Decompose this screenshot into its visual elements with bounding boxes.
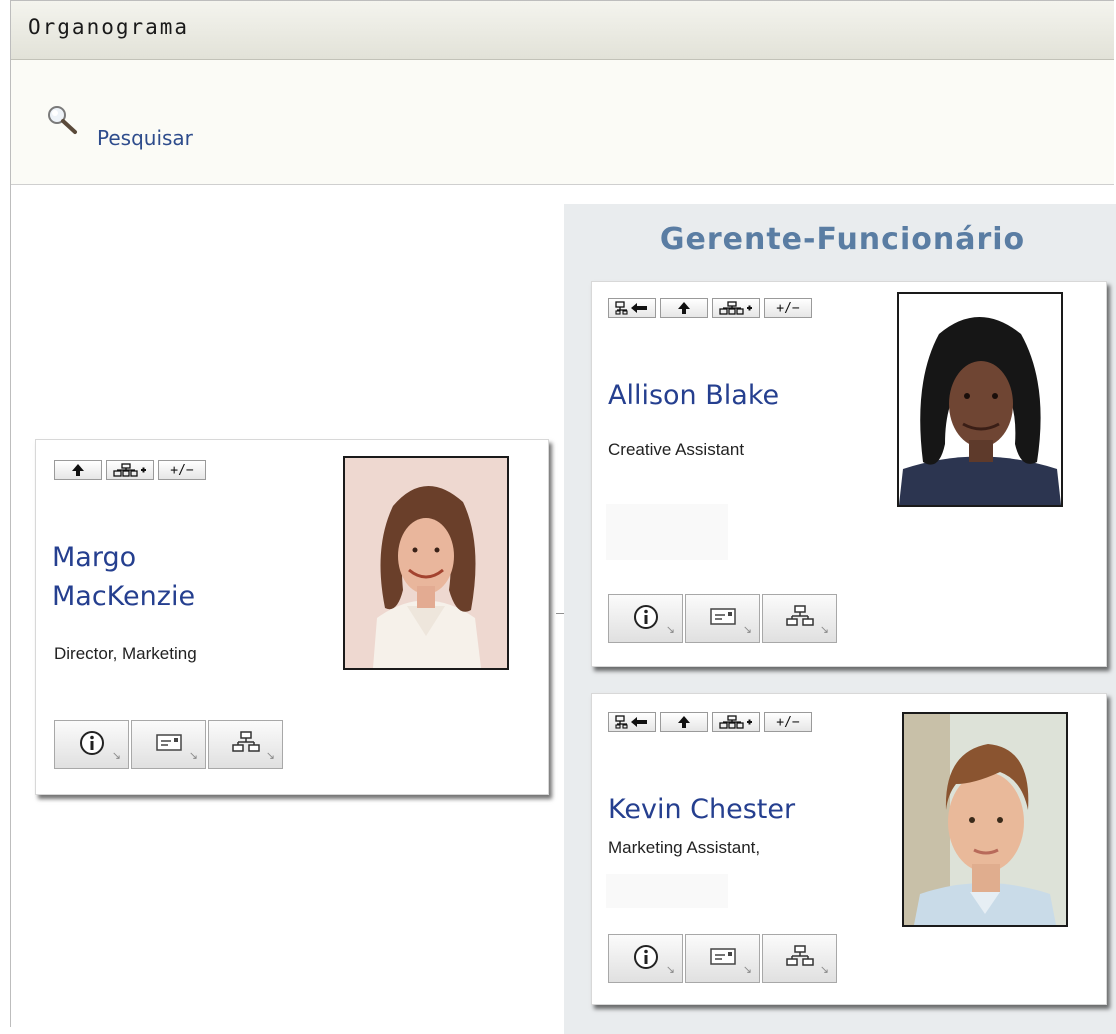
search-label: Pesquisar <box>97 126 193 150</box>
person-role: Director, Marketing <box>54 644 197 663</box>
card-detail-row: ↘ ↘ ↘ <box>608 594 839 643</box>
org-chart-icon <box>231 730 260 759</box>
expand-collapse-button[interactable]: +/− <box>158 460 206 480</box>
email-icon <box>155 733 182 757</box>
title-bar: Organograma <box>11 1 1114 60</box>
expand-reports-button[interactable] <box>106 460 154 480</box>
person-name[interactable]: Kevin Chester <box>608 790 795 829</box>
info-button[interactable]: ↘ <box>608 934 683 983</box>
show-manager-icon <box>615 301 649 315</box>
email-button[interactable]: ↘ <box>685 594 760 643</box>
expand-collapse-icon: +/− <box>776 714 800 730</box>
expand-reports-button[interactable] <box>712 712 760 732</box>
show-manager-button[interactable] <box>608 712 656 732</box>
expand-reports-icon <box>719 715 753 729</box>
go-up-button[interactable] <box>660 298 708 318</box>
card-action-row: +/− <box>608 298 812 318</box>
dropdown-glyph: ↘ <box>665 623 675 636</box>
dropdown-glyph: ↘ <box>111 749 121 762</box>
dropdown-glyph: ↘ <box>742 623 752 636</box>
info-button[interactable]: ↘ <box>608 594 683 643</box>
expand-collapse-icon: +/− <box>776 300 800 316</box>
placeholder-area <box>606 874 728 908</box>
card-action-row: +/− <box>608 712 812 732</box>
email-icon <box>709 607 736 631</box>
go-up-button[interactable] <box>54 460 102 480</box>
expand-collapse-button[interactable]: +/− <box>764 298 812 318</box>
expand-reports-icon <box>113 463 147 477</box>
org-chart-button[interactable]: ↘ <box>762 594 837 643</box>
show-manager-icon <box>615 715 649 729</box>
dropdown-glyph: ↘ <box>819 963 829 976</box>
person-card: +/− Kevin Chester Marketing Assistant, ↘… <box>591 693 1107 1005</box>
person-photo[interactable] <box>897 292 1063 507</box>
email-button[interactable]: ↘ <box>131 720 206 769</box>
person-role: Marketing Assistant, <box>608 838 761 857</box>
dropdown-glyph: ↘ <box>742 963 752 976</box>
email-button[interactable]: ↘ <box>685 934 760 983</box>
person-name[interactable]: Margo MacKenzie <box>52 538 312 616</box>
go-up-icon <box>677 301 691 315</box>
go-up-icon <box>71 463 85 477</box>
dropdown-glyph: ↘ <box>819 623 829 636</box>
info-icon <box>79 730 105 760</box>
person-role: Creative Assistant <box>608 440 745 459</box>
person-card: +/− Allison Blake Creative Assistant ↘ ↘… <box>591 281 1107 667</box>
card-action-row: +/− <box>54 460 206 480</box>
org-chart-button[interactable]: ↘ <box>762 934 837 983</box>
card-detail-row: ↘ ↘ ↘ <box>608 934 839 983</box>
info-icon <box>633 944 659 974</box>
expand-reports-icon <box>719 301 753 315</box>
page-title: Organograma <box>28 15 190 39</box>
placeholder-area <box>606 504 728 560</box>
info-button[interactable]: ↘ <box>54 720 129 769</box>
dropdown-glyph: ↘ <box>665 963 675 976</box>
card-detail-row: ↘ ↘ ↘ <box>54 720 285 769</box>
expand-collapse-button[interactable]: +/− <box>764 712 812 732</box>
magnifier-icon <box>45 104 81 138</box>
expand-collapse-icon: +/− <box>170 462 194 478</box>
go-up-button[interactable] <box>660 712 708 732</box>
person-name[interactable]: Allison Blake <box>608 376 779 415</box>
person-card: +/− Margo MacKenzie Director, Marketing <box>35 439 549 795</box>
person-name-last: MacKenzie <box>52 581 196 612</box>
person-name-first: Margo <box>52 542 137 573</box>
expand-reports-button[interactable] <box>712 298 760 318</box>
toolbar: Pesquisar <box>11 60 1114 185</box>
show-manager-button[interactable] <box>608 298 656 318</box>
org-chart-window: Organograma Pesquisar Gerente-Funcionári… <box>10 0 1116 1034</box>
person-photo[interactable] <box>343 456 509 670</box>
panel-title: Gerente-Funcionário <box>659 222 1026 257</box>
org-chart-button[interactable]: ↘ <box>208 720 283 769</box>
org-chart-icon <box>785 944 814 973</box>
dropdown-glyph: ↘ <box>265 749 275 762</box>
go-up-icon <box>677 715 691 729</box>
email-icon <box>709 947 736 971</box>
info-icon <box>633 604 659 634</box>
person-photo[interactable] <box>902 712 1068 927</box>
dropdown-glyph: ↘ <box>188 749 198 762</box>
org-chart-icon <box>785 604 814 633</box>
